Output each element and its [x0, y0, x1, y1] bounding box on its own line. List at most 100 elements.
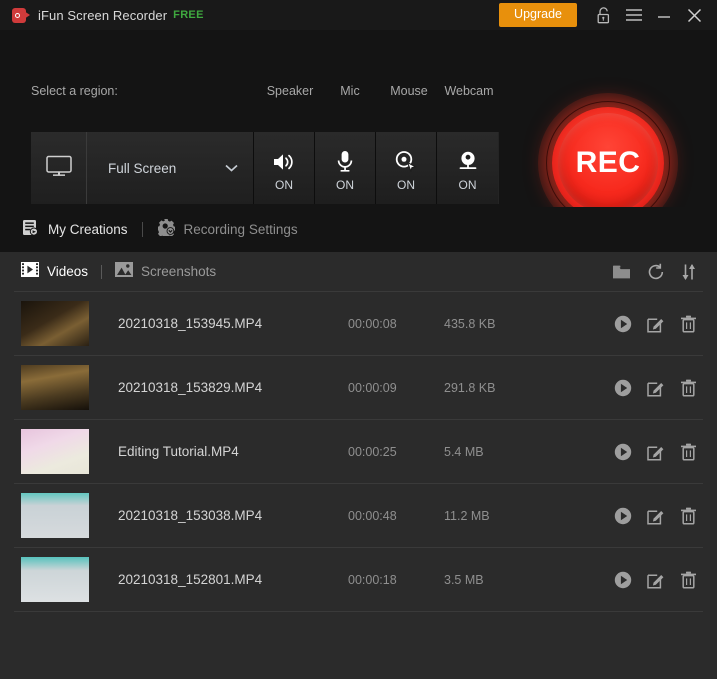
edit-icon[interactable]	[647, 379, 665, 397]
file-size: 291.8 KB	[444, 381, 554, 395]
edit-icon[interactable]	[647, 507, 665, 525]
capture-panel: Select a region: Speaker Mic Mouse Webca…	[0, 30, 717, 207]
play-icon[interactable]	[614, 315, 632, 333]
video-thumbnail[interactable]	[21, 365, 89, 410]
video-thumbnail[interactable]	[21, 493, 89, 538]
tab-label-videos: Videos	[47, 264, 88, 279]
row-action-group	[614, 315, 697, 333]
chevron-down-icon	[225, 159, 238, 177]
trash-icon[interactable]	[680, 443, 697, 461]
tab-screenshots[interactable]: Screenshots	[115, 262, 216, 282]
nav-label-my-creations: My Creations	[48, 222, 128, 237]
table-row[interactable]: 20210318_152801.MP400:00:183.5 MB	[14, 547, 703, 611]
rec-label: REC	[576, 146, 641, 180]
rec-face: REC	[558, 113, 658, 213]
file-name: 20210318_153829.MP4	[118, 380, 348, 395]
table-row[interactable]: 20210318_153945.MP400:00:08435.8 KB	[14, 291, 703, 355]
table-row[interactable]: 20210318_153829.MP400:00:09291.8 KB	[14, 355, 703, 419]
toggle-speaker-state: ON	[275, 178, 293, 192]
label-webcam: Webcam	[438, 84, 500, 98]
region-dropdown[interactable]: Full Screen	[87, 132, 254, 204]
tab-separator	[101, 265, 102, 279]
tab-videos[interactable]: Videos	[21, 262, 88, 282]
upgrade-button[interactable]: Upgrade	[499, 3, 577, 27]
edit-icon[interactable]	[647, 443, 665, 461]
library-header: Videos Screenshots	[14, 252, 703, 291]
toggle-mouse[interactable]: ON	[376, 132, 437, 204]
monitor-select-button[interactable]	[31, 132, 87, 204]
gear-icon	[157, 218, 175, 241]
video-thumbnail[interactable]	[21, 429, 89, 474]
file-list: 20210318_153945.MP400:00:08435.8 KB20210…	[14, 291, 703, 611]
label-speaker: Speaker	[262, 84, 318, 98]
minimize-icon[interactable]	[649, 0, 679, 30]
play-icon[interactable]	[614, 507, 632, 525]
sort-icon[interactable]	[681, 263, 697, 281]
nav-separator	[142, 222, 143, 237]
video-thumbnail[interactable]	[21, 557, 89, 602]
region-value: Full Screen	[108, 161, 225, 176]
table-row[interactable]: 20210318_153038.MP400:00:4811.2 MB	[14, 483, 703, 547]
trash-icon[interactable]	[680, 315, 697, 333]
file-duration: 00:00:48	[348, 509, 444, 523]
file-size: 435.8 KB	[444, 317, 554, 331]
tab-label-screenshots: Screenshots	[141, 264, 216, 279]
trash-icon[interactable]	[680, 507, 697, 525]
nav-label-recording-settings: Recording Settings	[184, 222, 298, 237]
folder-icon[interactable]	[612, 264, 631, 280]
edition-badge: FREE	[173, 9, 204, 21]
unlock-icon[interactable]	[589, 0, 619, 30]
hamburger-menu-icon[interactable]	[619, 0, 649, 30]
refresh-icon[interactable]	[647, 263, 665, 281]
monitor-icon	[46, 155, 72, 182]
file-duration: 00:00:08	[348, 317, 444, 331]
nav-bar: My Creations Recording Settings	[0, 207, 717, 252]
nav-item-recording-settings[interactable]: Recording Settings	[157, 218, 298, 241]
label-mic: Mic	[322, 84, 378, 98]
file-duration: 00:00:25	[348, 445, 444, 459]
toggle-mic[interactable]: ON	[315, 132, 376, 204]
webcam-icon	[457, 144, 479, 172]
film-icon	[21, 262, 39, 282]
library-panel: Videos Screenshots 20210	[14, 252, 703, 679]
app-title: iFun Screen Recorder	[38, 8, 167, 23]
file-name: 20210318_153038.MP4	[118, 508, 348, 523]
toggle-webcam-state: ON	[459, 178, 477, 192]
video-camera-icon	[12, 8, 31, 23]
row-action-group	[614, 379, 697, 397]
edit-icon[interactable]	[647, 571, 665, 589]
row-action-group	[614, 507, 697, 525]
edit-icon[interactable]	[647, 315, 665, 333]
row-action-group	[614, 443, 697, 461]
table-row[interactable]: Editing Tutorial.MP400:00:255.4 MB	[14, 419, 703, 483]
speaker-icon	[272, 144, 296, 172]
file-duration: 00:00:09	[348, 381, 444, 395]
file-duration: 00:00:18	[348, 573, 444, 587]
file-name: 20210318_153945.MP4	[118, 316, 348, 331]
image-icon	[115, 262, 133, 282]
file-name: 20210318_152801.MP4	[118, 572, 348, 587]
creations-icon	[22, 219, 39, 241]
label-mouse: Mouse	[381, 84, 437, 98]
toggle-speaker[interactable]: ON	[254, 132, 315, 204]
row-action-group	[614, 571, 697, 589]
trash-icon[interactable]	[680, 379, 697, 397]
title-bar: iFun Screen Recorder FREE Upgrade	[0, 0, 717, 30]
toggle-mic-state: ON	[336, 178, 354, 192]
toggle-webcam[interactable]: ON	[437, 132, 498, 204]
microphone-icon	[335, 144, 355, 172]
play-icon[interactable]	[614, 379, 632, 397]
library-tools	[612, 263, 697, 281]
nav-item-my-creations[interactable]: My Creations	[22, 219, 128, 241]
play-icon[interactable]	[614, 571, 632, 589]
play-icon[interactable]	[614, 443, 632, 461]
file-size: 5.4 MB	[444, 445, 554, 459]
toggle-mouse-state: ON	[397, 178, 415, 192]
close-icon[interactable]	[679, 0, 709, 30]
app-window: iFun Screen Recorder FREE Upgrade Select…	[0, 0, 717, 679]
capture-controls: Full Screen ON ON	[31, 132, 499, 204]
trash-icon[interactable]	[680, 571, 697, 589]
video-thumbnail[interactable]	[21, 301, 89, 346]
file-size: 3.5 MB	[444, 573, 554, 587]
file-name: Editing Tutorial.MP4	[118, 444, 348, 459]
